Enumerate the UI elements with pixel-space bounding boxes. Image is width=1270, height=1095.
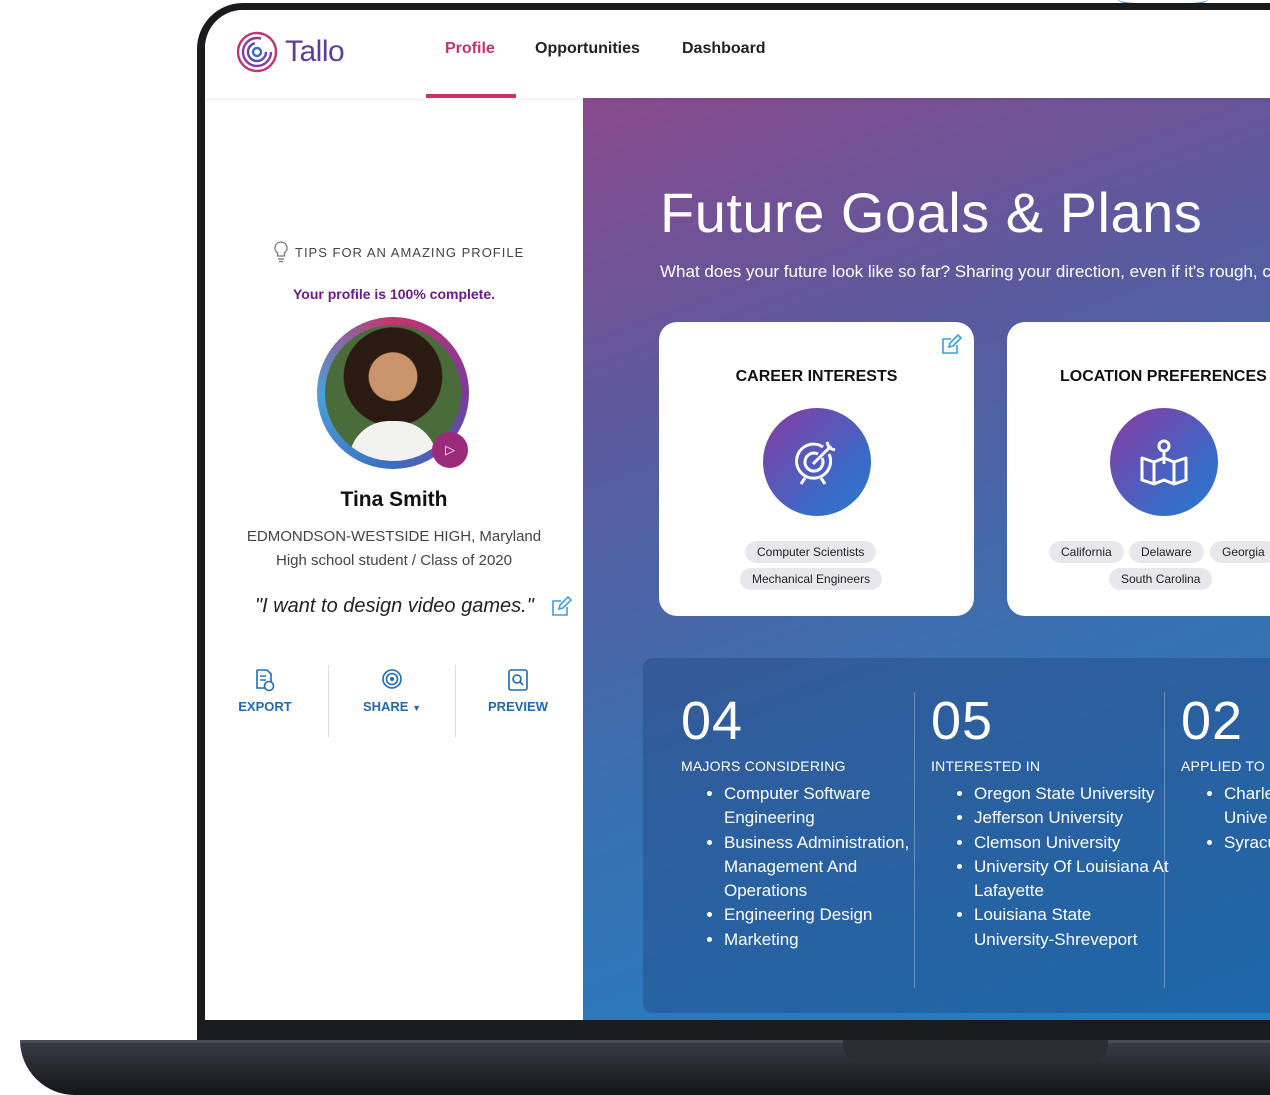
tips-label: TIPS FOR AN AMAZING PROFILE — [295, 244, 525, 260]
completion-status: Your profile is 100% complete. — [292, 286, 496, 302]
profile-grade: High school student / Class of 2020 — [276, 552, 512, 569]
list-item: Oregon State University — [974, 782, 1174, 806]
profile-quote: "I want to design video games." — [255, 595, 534, 617]
laptop-screen: Tallo Profile Opportunities Dashboard TI… — [205, 10, 1270, 1020]
applied-count: 02 — [1181, 691, 1244, 751]
list-item: Charle Unive — [1224, 782, 1270, 831]
play-video-icon[interactable]: ▷ — [432, 432, 468, 468]
location-card-title: LOCATION PREFERENCES — [1060, 368, 1267, 385]
edit-career-icon[interactable] — [940, 333, 963, 361]
tips-link[interactable]: TIPS FOR AN AMAZING PROFILE — [273, 241, 524, 263]
action-divider — [455, 665, 456, 737]
logo[interactable]: Tallo — [235, 30, 345, 74]
active-tab-indicator — [426, 94, 516, 98]
career-chip: Computer Scientists — [745, 541, 877, 563]
location-chip: South Carolina — [1109, 568, 1213, 590]
edit-quote-icon[interactable] — [550, 595, 573, 623]
future-goals-panel: Future Goals & Plans What does your futu… — [583, 98, 1270, 1020]
location-chip: Delaware — [1129, 541, 1204, 563]
chevron-down-icon: ▼ — [412, 703, 422, 713]
laptop-notch — [843, 1040, 1108, 1062]
profile-name: Tina Smith — [340, 488, 448, 511]
preview-label: PREVIEW — [488, 699, 548, 714]
top-navigation: Tallo Profile Opportunities Dashboard — [205, 10, 1270, 98]
list-item: Engineering Design — [724, 903, 924, 927]
nav-dashboard[interactable]: Dashboard — [682, 40, 766, 58]
location-chip: California — [1049, 541, 1124, 563]
nav-profile[interactable]: Profile — [445, 40, 495, 58]
target-icon — [763, 408, 871, 516]
list-item: Syracu — [1224, 831, 1270, 855]
majors-list: Computer Software Engineering Business A… — [687, 782, 924, 952]
map-pin-icon — [1110, 408, 1218, 516]
share-label: SHARE — [362, 699, 409, 714]
logo-text: Tallo — [285, 35, 345, 68]
export-button[interactable]: EXPORT — [215, 668, 315, 714]
preview-button[interactable]: PREVIEW — [468, 668, 568, 714]
location-preferences-card[interactable]: LOCATION PREFERENCES California Delaware… — [1007, 322, 1270, 616]
education-stats: 04 MAJORS CONSIDERING Computer Software … — [643, 658, 1270, 1013]
interested-count: 05 — [931, 691, 994, 751]
applied-list: Charle Unive Syracu — [1187, 782, 1270, 855]
list-item: Business Administration, Management And … — [724, 831, 924, 904]
location-chip: Georgia — [1210, 541, 1270, 563]
stat-divider — [1164, 692, 1165, 988]
list-item: Computer Software Engineering — [724, 782, 924, 831]
export-label: EXPORT — [238, 699, 292, 714]
interested-caption: INTERESTED IN — [931, 758, 1041, 774]
career-interests-card[interactable]: CAREER INTERESTS Computer Scientists Mec… — [659, 322, 974, 616]
action-divider — [328, 665, 329, 737]
list-item: University Of Louisiana At Lafayette — [974, 855, 1174, 904]
list-item: Clemson University — [974, 831, 1174, 855]
interested-list: Oregon State University Jefferson Univer… — [937, 782, 1174, 952]
nav-opportunities[interactable]: Opportunities — [535, 40, 640, 58]
profile-school: EDMONDSON-WESTSIDE HIGH, Maryland — [246, 528, 542, 545]
stat-divider — [914, 692, 915, 988]
export-icon — [256, 669, 275, 692]
preview-icon — [508, 669, 528, 691]
list-item: Marketing — [724, 928, 924, 952]
list-item: Jefferson University — [974, 806, 1174, 830]
share-icon — [382, 669, 402, 689]
career-chip: Mechanical Engineers — [740, 568, 883, 590]
list-item: Louisiana State University-Shreveport — [974, 903, 1174, 952]
lightbulb-icon — [274, 241, 288, 263]
logo-icon — [236, 31, 278, 73]
majors-count: 04 — [681, 691, 744, 751]
goals-title: Future Goals & Plans — [660, 181, 1203, 244]
share-button[interactable]: SHARE ▼ — [342, 668, 442, 714]
applied-caption: APPLIED TO — [1181, 758, 1265, 774]
goals-subtitle: What does your future look like so far? … — [660, 262, 1270, 281]
majors-caption: MAJORS CONSIDERING — [681, 758, 846, 774]
career-card-title: CAREER INTERESTS — [735, 368, 898, 385]
